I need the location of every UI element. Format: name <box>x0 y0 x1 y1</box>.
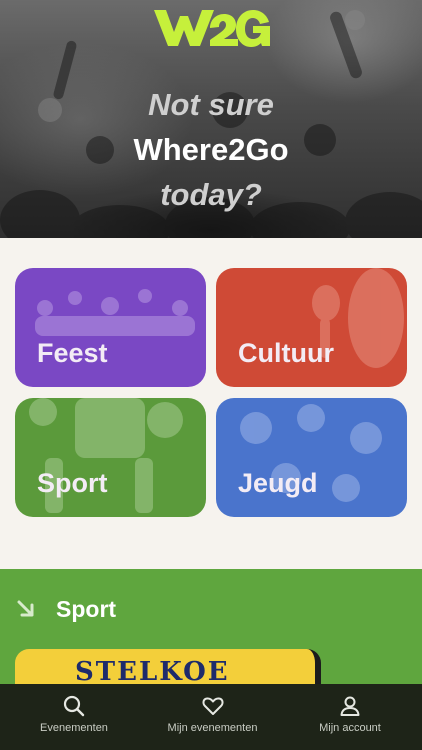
section-title: Sport <box>56 596 117 622</box>
bottom-navigation: Evenementen Mijn evenementen Mijn accoun… <box>0 684 422 750</box>
category-grid: Feest Cultuur Sport Jeugd <box>15 268 407 518</box>
category-label: Jeugd <box>238 468 318 498</box>
arrow-down-right-icon <box>17 600 34 617</box>
hero-line-2: Where2Go <box>133 132 289 167</box>
nav-evenementen[interactable]: Evenementen <box>20 684 128 750</box>
sport-players-image <box>29 398 183 513</box>
hero-line-1: Not sure <box>148 87 274 122</box>
nav-label: Mijn account <box>319 722 381 734</box>
nav-label: Evenementen <box>40 722 108 734</box>
nav-mijn-evenementen[interactable]: Mijn evenementen <box>150 684 275 750</box>
event-card-image-text: STELKOE <box>75 657 230 687</box>
hero-banner: Not sure Where2Go today? <box>0 0 422 238</box>
party-crowd-image <box>35 289 195 336</box>
category-tile-cultuur[interactable]: Cultuur <box>216 268 407 387</box>
hero-tagline: Not sure Where2Go today? <box>0 82 422 217</box>
category-tile-jeugd[interactable]: Jeugd <box>216 398 407 517</box>
category-label: Cultuur <box>238 338 334 368</box>
nav-mijn-account[interactable]: Mijn account <box>300 684 400 750</box>
w2g-logo[interactable] <box>152 8 272 48</box>
search-icon <box>63 695 85 717</box>
user-icon <box>340 696 360 716</box>
nav-label: Mijn evenementen <box>167 722 258 734</box>
category-tile-sport[interactable]: Sport <box>15 398 206 517</box>
category-label: Sport <box>37 468 108 498</box>
hero-line-3: today? <box>160 177 262 212</box>
category-label: Feest <box>37 338 108 368</box>
heart-icon <box>201 697 224 715</box>
singer-microphone-image <box>312 268 404 368</box>
youth-group-image <box>240 404 382 502</box>
category-tile-feest[interactable]: Feest <box>15 268 206 387</box>
